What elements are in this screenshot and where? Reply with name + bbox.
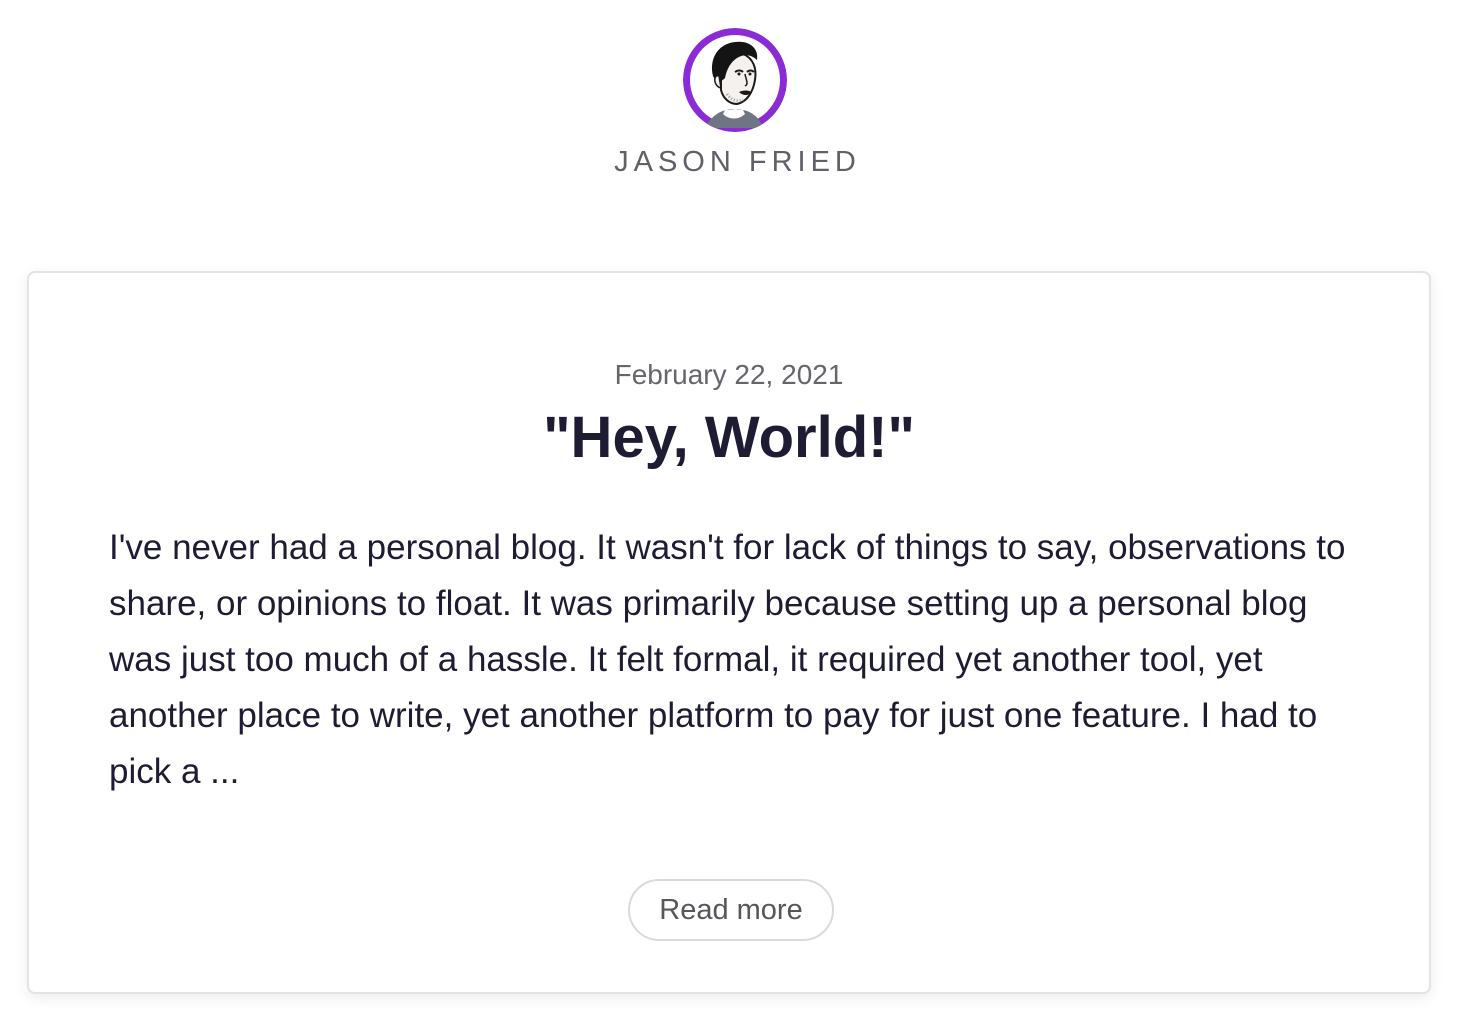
author-name[interactable]: JASON FRIED — [609, 144, 861, 180]
author-portrait-icon — [683, 28, 787, 132]
post-date: February 22, 2021 — [614, 359, 844, 390]
read-more-button[interactable]: Read more — [628, 879, 834, 941]
post-card: February 22, 2021 "Hey, World!" I've nev… — [27, 271, 1431, 994]
page: JASON FRIED February 22, 2021 "Hey, Worl… — [0, 0, 1470, 1030]
author-avatar[interactable] — [683, 28, 787, 132]
post-title[interactable]: "Hey, World!" — [29, 403, 1429, 473]
site-header: JASON FRIED — [0, 28, 1470, 180]
post-excerpt: I've never had a personal blog. It wasn'… — [109, 528, 1346, 791]
